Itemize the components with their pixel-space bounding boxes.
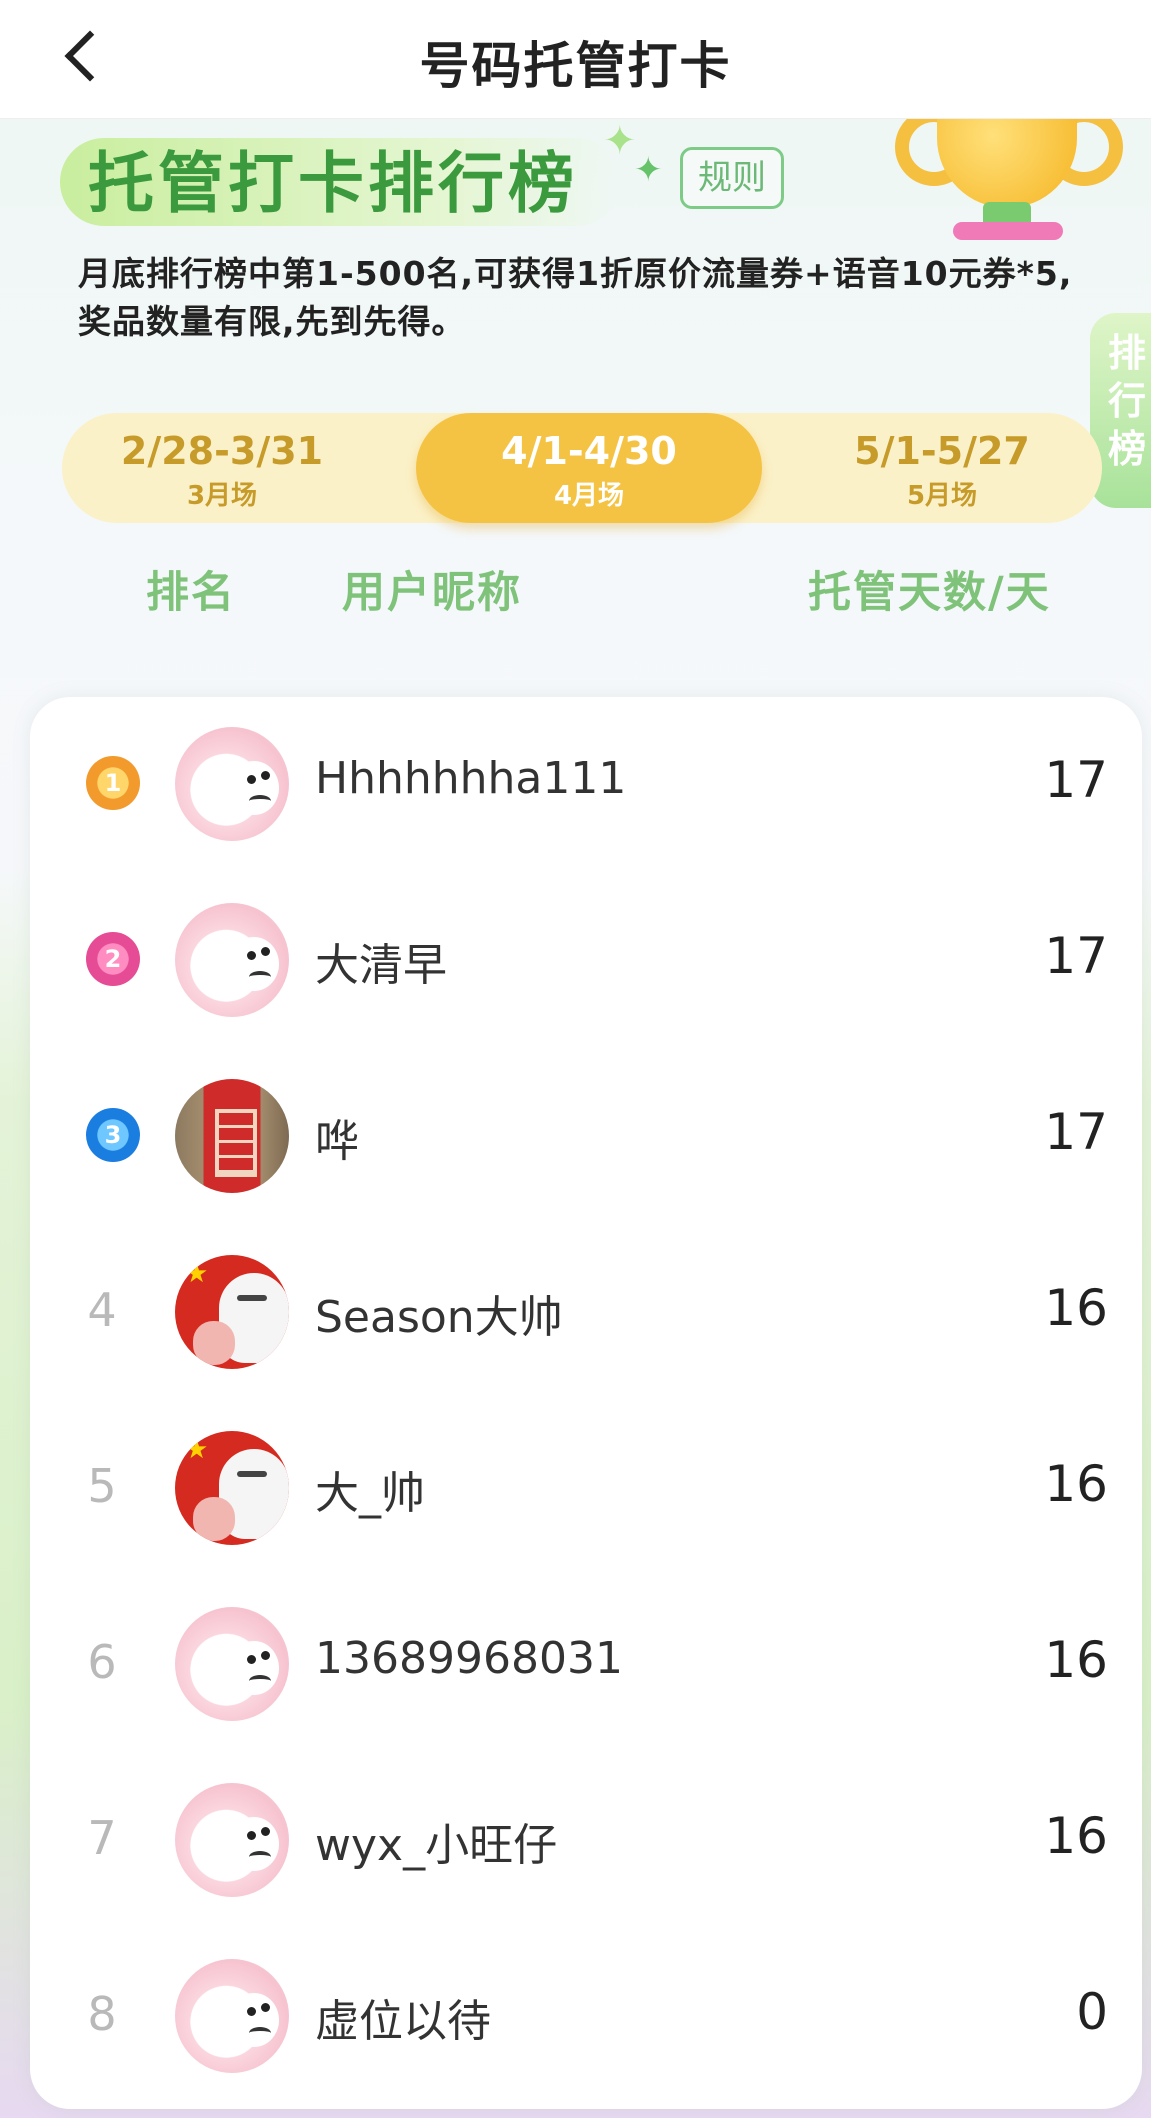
rank-number: 4	[87, 1283, 117, 1337]
hosting-days: 17	[1044, 927, 1108, 985]
period-label: 5月场	[906, 481, 978, 511]
user-nickname: Season大帅	[315, 1292, 563, 1343]
column-header-rank: 排名	[146, 568, 236, 618]
table-row[interactable]: 3 哗 17	[30, 1049, 1142, 1225]
pink-medal-icon: 2	[86, 932, 140, 986]
period-tab-april[interactable]: 4/1-4/30 4月场	[416, 413, 762, 523]
avatar: ★	[175, 1255, 289, 1369]
hosting-days: 16	[1044, 1807, 1108, 1865]
hosting-days: 17	[1044, 1103, 1108, 1161]
avatar	[175, 1959, 289, 2073]
column-header-days: 托管天数/天	[808, 568, 1051, 618]
avatar: ★	[175, 1431, 289, 1545]
hosting-days: 17	[1044, 751, 1108, 809]
avatar	[175, 903, 289, 1017]
user-nickname: wyx_小旺仔	[315, 1820, 558, 1871]
table-row[interactable]: 8 虚位以待 0	[30, 1929, 1142, 2105]
avatar	[175, 1607, 289, 1721]
table-row[interactable]: 2 大清早 17	[30, 873, 1142, 1049]
user-nickname: 大_帅	[315, 1468, 425, 1519]
user-nickname: 虚位以待	[315, 1996, 491, 2047]
blue-medal-icon: 3	[86, 1108, 140, 1162]
rank-number: 6	[87, 1635, 117, 1689]
table-row[interactable]: 4 ★ Season大帅 16	[30, 1225, 1142, 1401]
gold-medal-icon: 1	[86, 756, 140, 810]
period-label: 4月场	[553, 481, 625, 511]
period-range: 5/1-5/27	[854, 429, 1030, 473]
sparkle-small-icon: ✦	[634, 150, 663, 190]
hosting-days: 16	[1044, 1455, 1108, 1513]
period-tab-march[interactable]: 2/28-3/31 3月场	[62, 413, 382, 523]
leaderboard-list: 1 Hhhhhhha111 17 2 大清早 17 3 哗 17 4 ★ Sea…	[30, 697, 1142, 2109]
table-row[interactable]: 1 Hhhhhhha111 17	[30, 697, 1142, 873]
hosting-days: 16	[1044, 1279, 1108, 1337]
user-nickname: 13689968031	[315, 1633, 623, 1684]
table-row[interactable]: 6 13689968031 16	[30, 1577, 1142, 1753]
sparkle-icon: ✦	[603, 118, 637, 164]
avatar	[175, 1783, 289, 1897]
rank-number: 7	[87, 1811, 117, 1865]
trophy-icon	[895, 118, 1125, 243]
table-row[interactable]: 5 ★ 大_帅 16	[30, 1401, 1142, 1577]
reward-description: 月底排行榜中第1-500名,可获得1折原价流量券+语音10元券*5,奖品数量有限…	[78, 254, 1073, 341]
avatar	[175, 1079, 289, 1193]
leaderboard-title: 托管打卡排行榜	[88, 145, 578, 222]
rules-button[interactable]: 规则	[680, 147, 784, 209]
table-row[interactable]: 7 wyx_小旺仔 16	[30, 1753, 1142, 1929]
avatar	[175, 727, 289, 841]
period-label: 3月场	[186, 481, 258, 511]
user-nickname: Hhhhhhha111	[315, 753, 627, 804]
user-nickname: 大清早	[315, 940, 447, 991]
period-selector: 2/28-3/31 3月场 4/1-4/30 4月场 5/1-5/27 5月场	[62, 413, 1102, 523]
rank-number: 5	[87, 1459, 117, 1513]
user-nickname: 哗	[315, 1116, 359, 1167]
period-range: 2/28-3/31	[120, 429, 324, 473]
side-tab-label: 排行榜	[1108, 331, 1147, 471]
rank-number: 8	[87, 1987, 117, 2041]
period-range: 4/1-4/30	[501, 429, 677, 473]
hosting-days: 16	[1044, 1631, 1108, 1689]
page-title: 号码托管打卡	[419, 37, 732, 95]
column-header-nickname: 用户昵称	[342, 568, 522, 618]
period-tab-may[interactable]: 5/1-5/27 5月场	[782, 413, 1102, 523]
top-bar: 号码托管打卡	[0, 0, 1151, 119]
hosting-days: 0	[1076, 1983, 1108, 2041]
